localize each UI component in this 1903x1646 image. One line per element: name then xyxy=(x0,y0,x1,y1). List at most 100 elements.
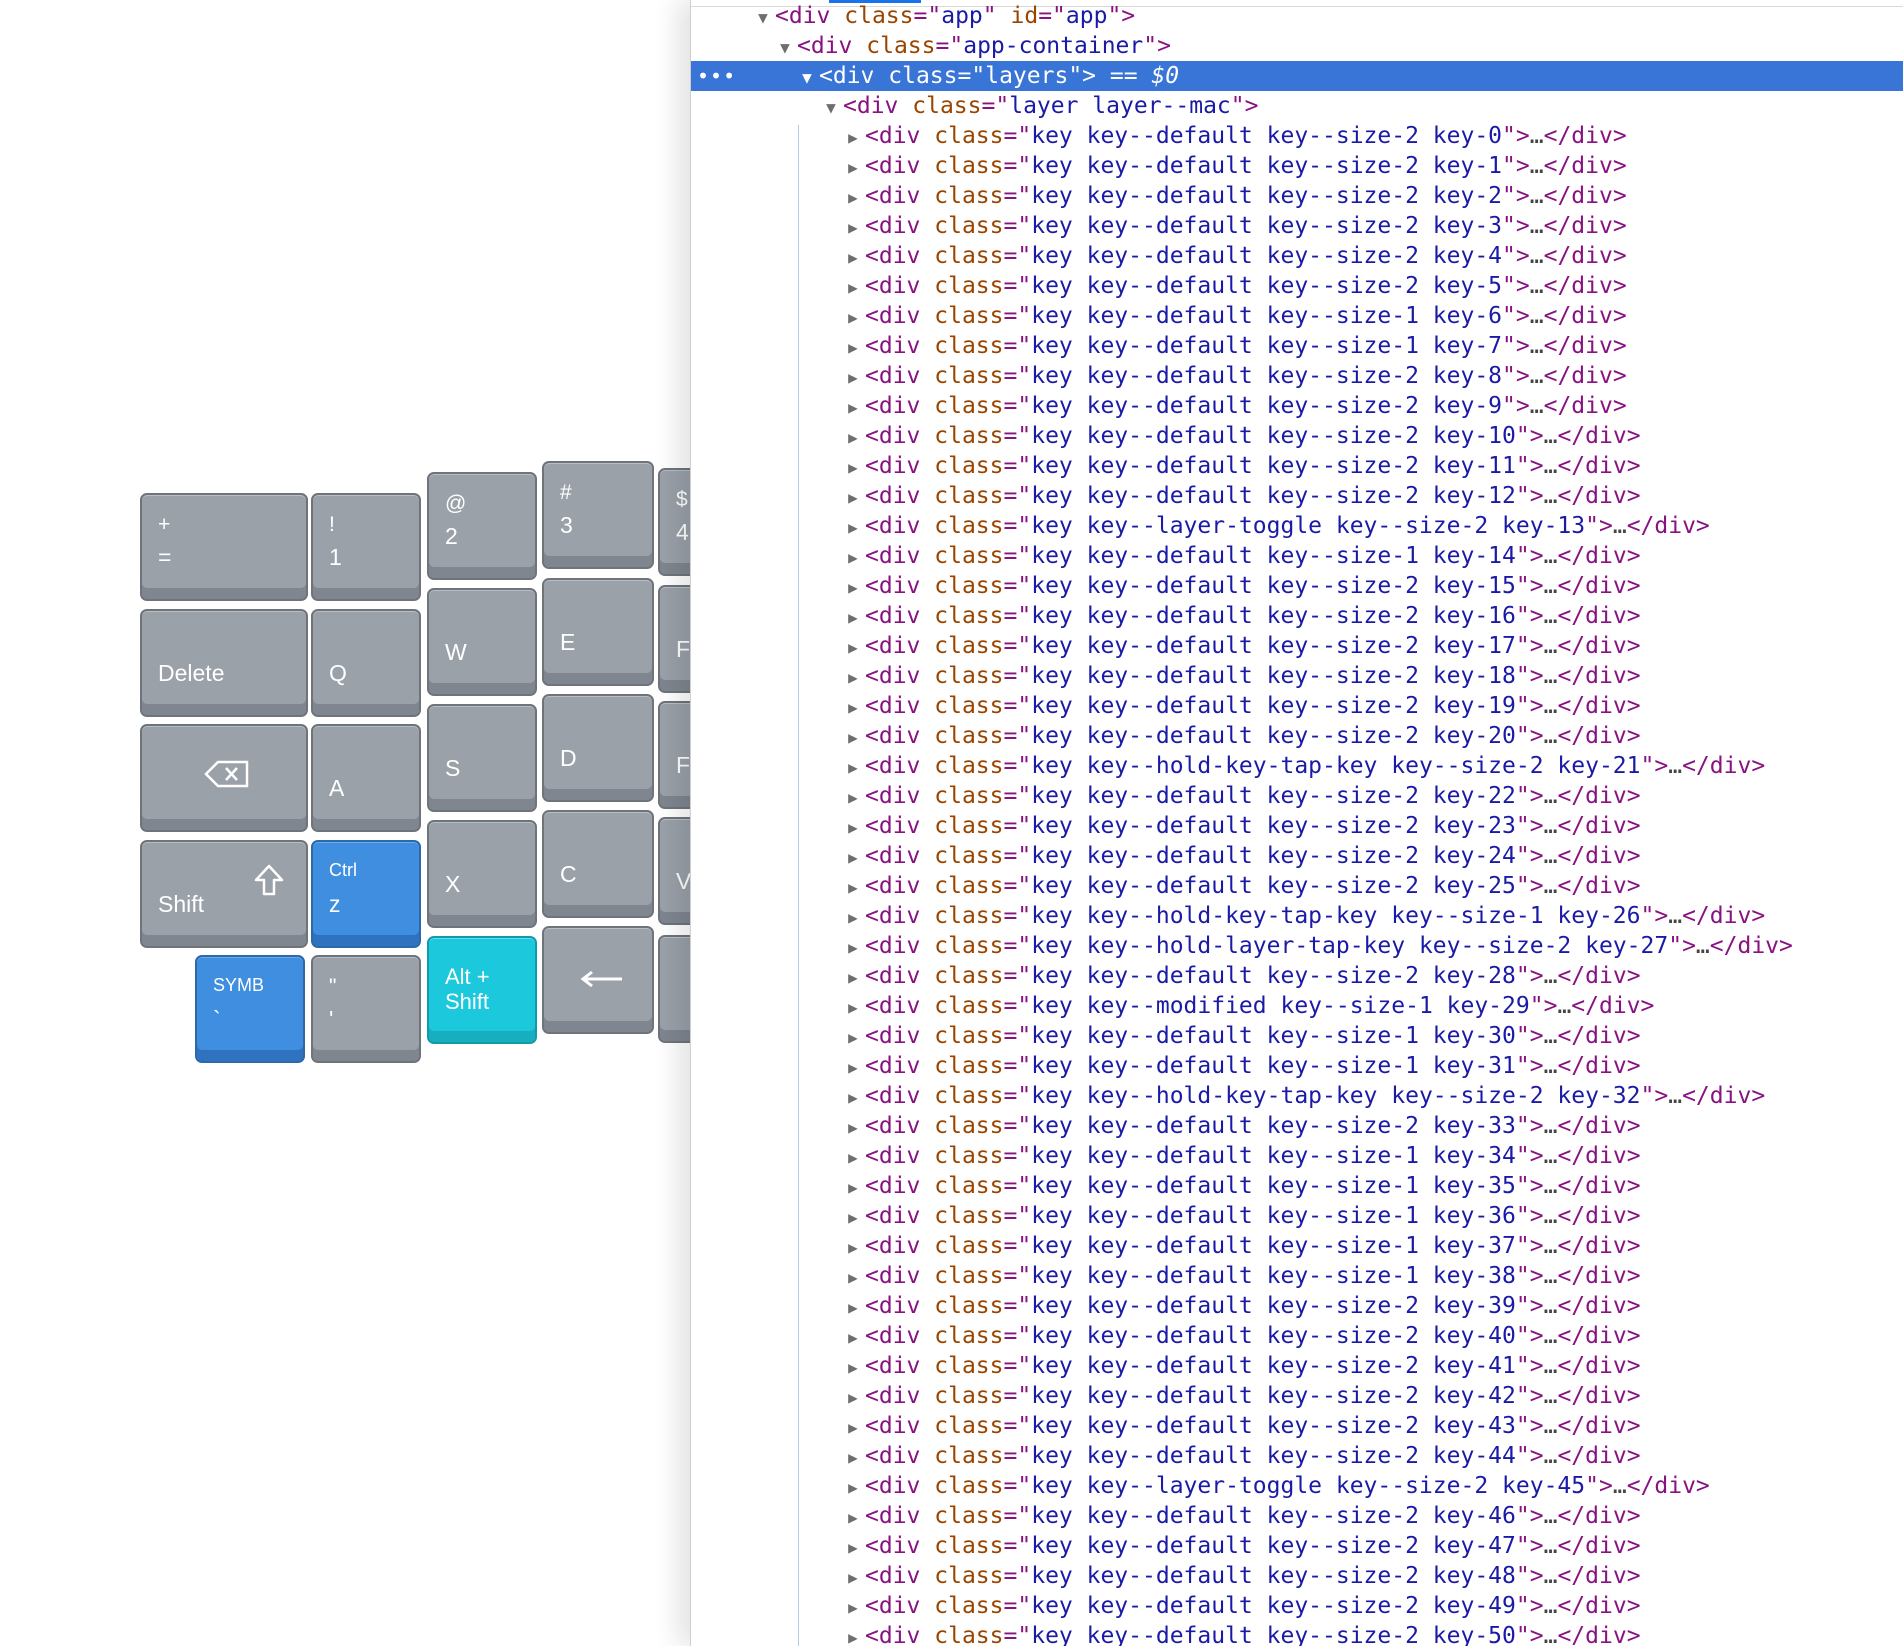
collapsed-children-ellipsis[interactable]: … xyxy=(1530,333,1544,359)
key-a[interactable]: A xyxy=(311,724,421,832)
dom-node-row[interactable]: ▶ <div class="key key--default key--size-… xyxy=(691,271,1903,301)
expand-triangle-icon[interactable]: ▶ xyxy=(841,1413,865,1443)
expand-triangle-icon[interactable]: ▶ xyxy=(841,453,865,483)
collapsed-children-ellipsis[interactable]: … xyxy=(1613,1473,1627,1499)
collapsed-children-ellipsis[interactable]: … xyxy=(1696,933,1710,959)
expand-triangle-icon[interactable]: ▶ xyxy=(841,1083,865,1113)
dom-node-row[interactable]: ▶ <div class="key key--default key--size-… xyxy=(691,151,1903,181)
collapsed-children-ellipsis[interactable]: … xyxy=(1530,183,1544,209)
dom-node-row[interactable]: ▶ <div class="key key--default key--size-… xyxy=(691,841,1903,871)
key-ctrl-z[interactable]: Ctrl z xyxy=(311,840,421,948)
dom-node-row[interactable]: ▶ <div class="key key--default key--size-… xyxy=(691,1531,1903,1561)
collapsed-children-ellipsis[interactable]: … xyxy=(1544,633,1558,659)
collapsed-children-ellipsis[interactable]: … xyxy=(1544,1323,1558,1349)
collapsed-children-ellipsis[interactable]: … xyxy=(1544,723,1558,749)
more-actions-icon[interactable]: ••• xyxy=(697,61,736,91)
key-1[interactable]: ! 1 xyxy=(311,493,421,601)
expand-triangle-icon[interactable]: ▶ xyxy=(841,1233,865,1263)
dom-node-row[interactable]: ▶ <div class="key key--default key--size-… xyxy=(691,1381,1903,1411)
dom-node-row[interactable]: ▶ <div class="key key--default key--size-… xyxy=(691,331,1903,361)
key-q[interactable]: Q xyxy=(311,609,421,717)
dom-node-row[interactable]: ▼ <div class="layer layer--mac"> xyxy=(691,91,1903,121)
collapsed-children-ellipsis[interactable]: … xyxy=(1544,1533,1558,1559)
dom-node-row[interactable]: ▶ <div class="key key--default key--size-… xyxy=(691,961,1903,991)
expand-triangle-icon[interactable]: ▶ xyxy=(841,663,865,693)
collapsed-children-ellipsis[interactable]: … xyxy=(1544,453,1558,479)
expand-triangle-icon[interactable]: ▶ xyxy=(841,753,865,783)
expand-triangle-icon[interactable]: ▶ xyxy=(841,303,865,333)
dom-node-row[interactable]: ▶ <div class="key key--hold-key-tap-key k… xyxy=(691,901,1903,931)
collapsed-children-ellipsis[interactable]: … xyxy=(1544,1023,1558,1049)
expand-triangle-icon[interactable]: ▶ xyxy=(841,1053,865,1083)
dom-node-row[interactable]: ▶ <div class="key key--default key--size-… xyxy=(691,1561,1903,1591)
expand-triangle-icon[interactable]: ▶ xyxy=(841,1143,865,1173)
collapsed-children-ellipsis[interactable]: … xyxy=(1544,573,1558,599)
collapsed-children-ellipsis[interactable]: … xyxy=(1544,1563,1558,1589)
expand-triangle-icon[interactable]: ▶ xyxy=(841,243,865,273)
collapsed-children-ellipsis[interactable]: … xyxy=(1544,693,1558,719)
expand-triangle-icon[interactable]: ▶ xyxy=(841,1383,865,1413)
expand-triangle-icon[interactable]: ▶ xyxy=(841,213,865,243)
key-symb-backtick[interactable]: SYMB ` xyxy=(195,955,305,1063)
key-left-arrow[interactable] xyxy=(542,926,654,1034)
collapsed-children-ellipsis[interactable]: … xyxy=(1544,813,1558,839)
dom-node-row[interactable]: ▶ <div class="key key--default key--size-… xyxy=(691,1291,1903,1321)
key-shift[interactable]: Shift xyxy=(140,840,308,948)
dom-node-row[interactable]: ▶ <div class="key key--hold-key-tap-key k… xyxy=(691,751,1903,781)
expand-triangle-icon[interactable]: ▶ xyxy=(841,723,865,753)
expand-triangle-icon[interactable]: ▶ xyxy=(841,1263,865,1293)
expand-triangle-icon[interactable]: ▶ xyxy=(841,1023,865,1053)
dom-node-row[interactable]: ▶ <div class="key key--default key--size-… xyxy=(691,811,1903,841)
collapsed-children-ellipsis[interactable]: … xyxy=(1544,783,1558,809)
dom-node-row[interactable]: ▶ <div class="key key--default key--size-… xyxy=(691,421,1903,451)
collapsed-children-ellipsis[interactable]: … xyxy=(1668,903,1682,929)
expand-triangle-icon[interactable]: ▶ xyxy=(841,483,865,513)
collapsed-children-ellipsis[interactable]: … xyxy=(1544,1503,1558,1529)
collapse-triangle-icon[interactable]: ▼ xyxy=(795,63,819,93)
dom-node-row[interactable]: ▶ <div class="key key--default key--size-… xyxy=(691,1261,1903,1291)
collapsed-children-ellipsis[interactable]: … xyxy=(1544,1353,1558,1379)
expand-triangle-icon[interactable]: ▶ xyxy=(841,1353,865,1383)
expand-triangle-icon[interactable]: ▶ xyxy=(841,1293,865,1323)
expand-triangle-icon[interactable]: ▶ xyxy=(841,573,865,603)
dom-node-row[interactable]: ▶ <div class="key key--default key--size-… xyxy=(691,481,1903,511)
dom-node-row[interactable]: ▶ <div class="key key--default key--size-… xyxy=(691,1111,1903,1141)
expand-triangle-icon[interactable]: ▶ xyxy=(841,993,865,1023)
key-4-partial[interactable]: $4 xyxy=(658,468,690,576)
dom-node-row[interactable]: ▶ <div class="key key--default key--size-… xyxy=(691,1141,1903,1171)
collapsed-children-ellipsis[interactable]: … xyxy=(1530,153,1544,179)
dom-node-row[interactable]: ▶ <div class="key key--layer-toggle key--… xyxy=(691,511,1903,541)
dom-node-row[interactable]: ▶ <div class="key key--modified key--size… xyxy=(691,991,1903,1021)
key-d[interactable]: D xyxy=(542,694,654,802)
expand-triangle-icon[interactable]: ▶ xyxy=(841,513,865,543)
collapsed-children-ellipsis[interactable]: … xyxy=(1544,873,1558,899)
collapsed-children-ellipsis[interactable]: … xyxy=(1544,843,1558,869)
dom-node-row[interactable]: ▶ <div class="key key--default key--size-… xyxy=(691,1591,1903,1621)
expand-triangle-icon[interactable]: ▶ xyxy=(841,963,865,993)
dom-node-row[interactable]: ▶ <div class="key key--default key--size-… xyxy=(691,1021,1903,1051)
dom-node-row[interactable]: ▶ <div class="key key--default key--size-… xyxy=(691,721,1903,751)
expand-triangle-icon[interactable]: ▶ xyxy=(841,1473,865,1503)
key-e[interactable]: E xyxy=(542,578,654,686)
dom-node-row[interactable]: ▼ <div class="app-container"> xyxy=(691,31,1903,61)
key-plus-equals[interactable]: + = xyxy=(140,493,308,601)
key-backspace[interactable] xyxy=(140,724,308,832)
expand-triangle-icon[interactable]: ▶ xyxy=(841,1443,865,1473)
collapsed-children-ellipsis[interactable]: … xyxy=(1530,123,1544,149)
expand-triangle-icon[interactable]: ▶ xyxy=(841,633,865,663)
key-2[interactable]: @2 xyxy=(427,472,537,580)
dom-node-row[interactable]: ▶ <div class="key key--default key--size-… xyxy=(691,1441,1903,1471)
collapsed-children-ellipsis[interactable]: … xyxy=(1544,1143,1558,1169)
dom-node-row[interactable]: ▶ <div class="key key--default key--size-… xyxy=(691,1501,1903,1531)
collapsed-children-ellipsis[interactable]: … xyxy=(1544,1623,1558,1646)
expand-triangle-icon[interactable]: ▶ xyxy=(841,843,865,873)
expand-triangle-icon[interactable]: ▶ xyxy=(841,123,865,153)
expand-triangle-icon[interactable]: ▶ xyxy=(841,153,865,183)
dom-node-row[interactable]: ▶ <div class="key key--default key--size-… xyxy=(691,691,1903,721)
expand-triangle-icon[interactable]: ▶ xyxy=(841,1563,865,1593)
collapsed-children-ellipsis[interactable]: … xyxy=(1544,603,1558,629)
dom-node-row[interactable]: ▶ <div class="key key--default key--size-… xyxy=(691,631,1903,661)
dom-node-row[interactable]: ▶ <div class="key key--default key--size-… xyxy=(691,241,1903,271)
dom-node-row[interactable]: ▶ <div class="key key--default key--size-… xyxy=(691,301,1903,331)
dom-node-row[interactable]: ▶ <div class="key key--default key--size-… xyxy=(691,571,1903,601)
